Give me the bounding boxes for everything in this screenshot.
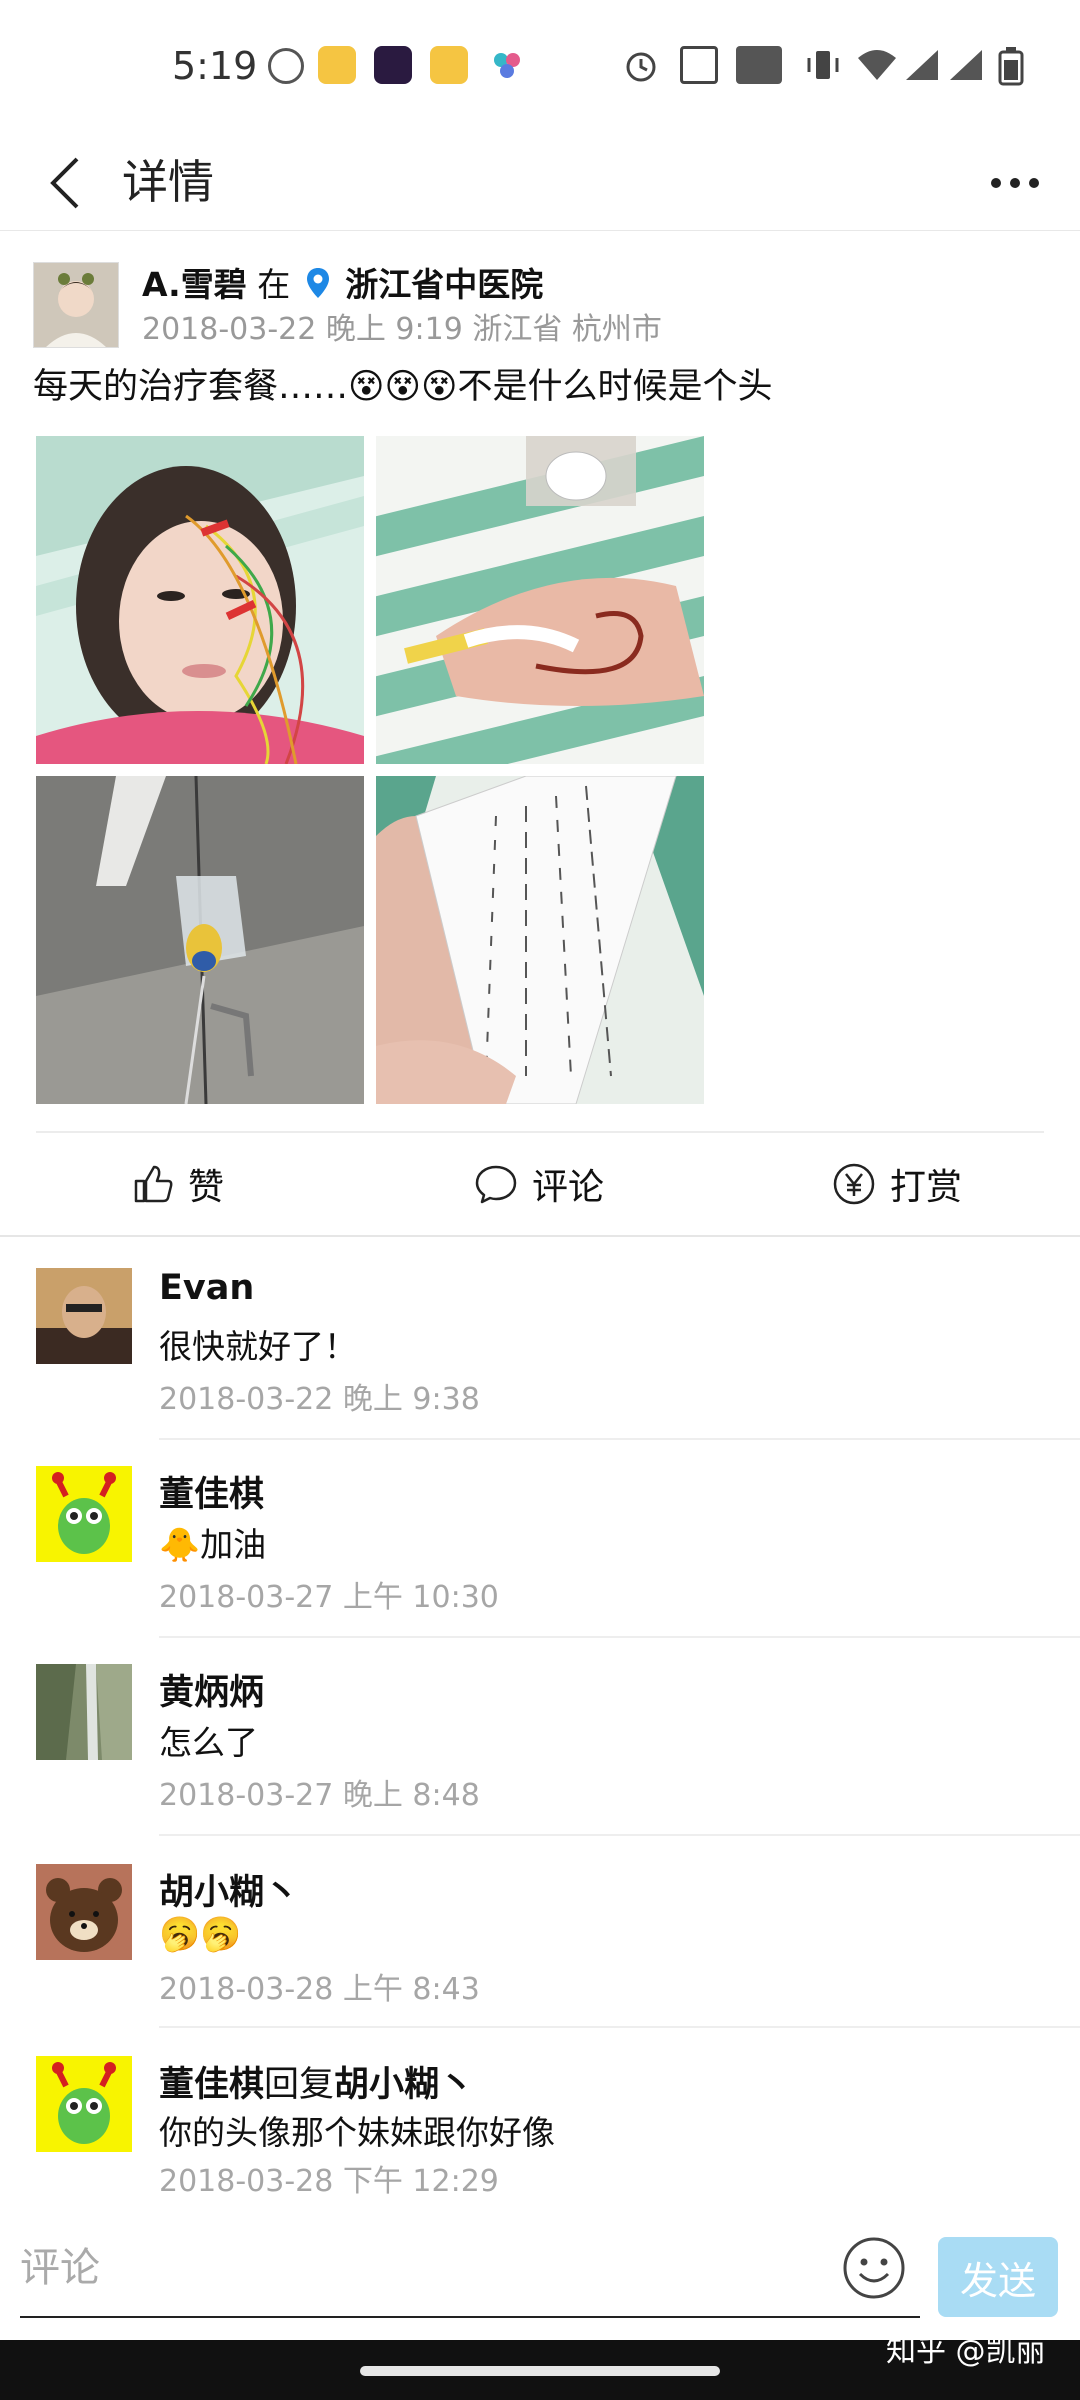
face-acupuncture-photo[interactable] [36,436,364,764]
location-pin-icon [306,268,329,298]
commenter-avatar[interactable] [36,1466,132,1562]
emoji-button[interactable] [842,2236,906,2300]
signal-icon [946,46,984,84]
reward-button[interactable]: 打赏 [832,1135,962,1233]
comment-reply-header: 董佳棋回复胡小糊丶 [159,2056,474,2107]
reply-target-name[interactable]: 胡小糊丶 [334,2065,474,2105]
post-location[interactable]: 浙江省中医院 [345,265,543,304]
commenter-avatar[interactable] [36,1864,132,1960]
comment-text: 你的头像那个妹妹跟你好像 [159,2113,555,2152]
top-app-bar: 详情 [0,135,1080,231]
volte-icon [736,46,782,84]
commenter-avatar[interactable] [36,1268,132,1364]
post-author-name[interactable]: A.雪碧 [142,265,247,304]
nfc-icon [680,46,718,84]
more-options-button[interactable] [980,135,1050,230]
vibrate-icon [804,46,842,84]
commenter-name[interactable]: 董佳棋 [159,1466,264,1517]
video-app-icon [374,46,412,84]
commenter-avatar[interactable] [36,2056,132,2152]
reply-word: 回复 [264,2065,335,2105]
reward-label: 打赏 [890,1167,963,1208]
divider [159,2026,1080,2028]
more-horizontal-icon [991,177,1039,188]
status-bar: 5:19 [0,0,1080,135]
commenter-name[interactable]: 胡小糊丶 [159,1864,299,1915]
iv-bag-photo[interactable] [36,776,364,1104]
commenter-name[interactable]: Evan [159,1268,254,1308]
comment-button[interactable]: 评论 [474,1135,604,1233]
comment-input[interactable] [20,2220,920,2318]
post-text: 每天的治疗套餐……😵😵😵不是什么时候是个头 [33,367,773,407]
watermark: 知乎 @凯丽 [886,2334,1046,2369]
post-datetime: 2018-03-22 晚上 9:19 浙江省 杭州市 [142,312,662,347]
wristband-photo[interactable] [376,776,704,1104]
post-author-line: A.雪碧 在 浙江省中医院 [142,262,543,308]
weibo-icon [430,46,468,84]
battery-icon [998,46,1036,86]
comment-label: 评论 [532,1167,605,1208]
divider [159,1834,1080,1836]
comment-time: 2018-03-27 上午 10:30 [159,1580,499,1615]
comment-time: 2018-03-22 晚上 9:38 [159,1382,480,1417]
alarm-icon [622,46,660,84]
thumbs-up-icon [134,1165,173,1203]
send-button[interactable]: 发送 [938,2237,1058,2317]
post-location-prefix: 在 [257,265,291,304]
signal-icon [902,46,940,84]
yuan-coin-icon [833,1163,875,1205]
divider [0,1235,1080,1237]
netease-music-icon [268,48,304,84]
smiley-icon [843,2237,905,2299]
gesture-handle[interactable] [360,2366,720,2376]
comment-time: 2018-03-27 晚上 8:48 [159,1778,480,1813]
like-button[interactable]: 赞 [132,1135,224,1233]
hand-iv-photo[interactable] [376,436,704,764]
divider [36,1131,1044,1133]
divider [159,1438,1080,1440]
comment-text: 很快就好了！ [159,1327,357,1366]
chevron-left-icon [50,157,79,208]
back-button[interactable] [30,135,100,230]
commenter-name[interactable]: 董佳棋 [159,2065,264,2105]
comment-time: 2018-03-28 上午 8:43 [159,1972,480,2007]
commenter-avatar[interactable] [36,1664,132,1760]
weibo-icon [318,46,356,84]
comment-time: 2018-03-28 下午 12:29 [159,2164,499,2199]
speech-bubble-icon [475,1165,517,1204]
comment-text: 怎么了 [159,1723,258,1762]
clover-app-icon [488,46,526,84]
post-author-avatar[interactable] [33,262,119,348]
comment-text: 🥱🥱 [159,1914,242,1953]
divider [159,1636,1080,1638]
wifi-icon [856,46,896,84]
page-title: 详情 [122,155,214,209]
status-time: 5:19 [172,44,258,88]
commenter-name[interactable]: 黄炳炳 [159,1664,264,1715]
comment-text: 🐥加油 [159,1525,267,1564]
like-label: 赞 [188,1167,225,1208]
